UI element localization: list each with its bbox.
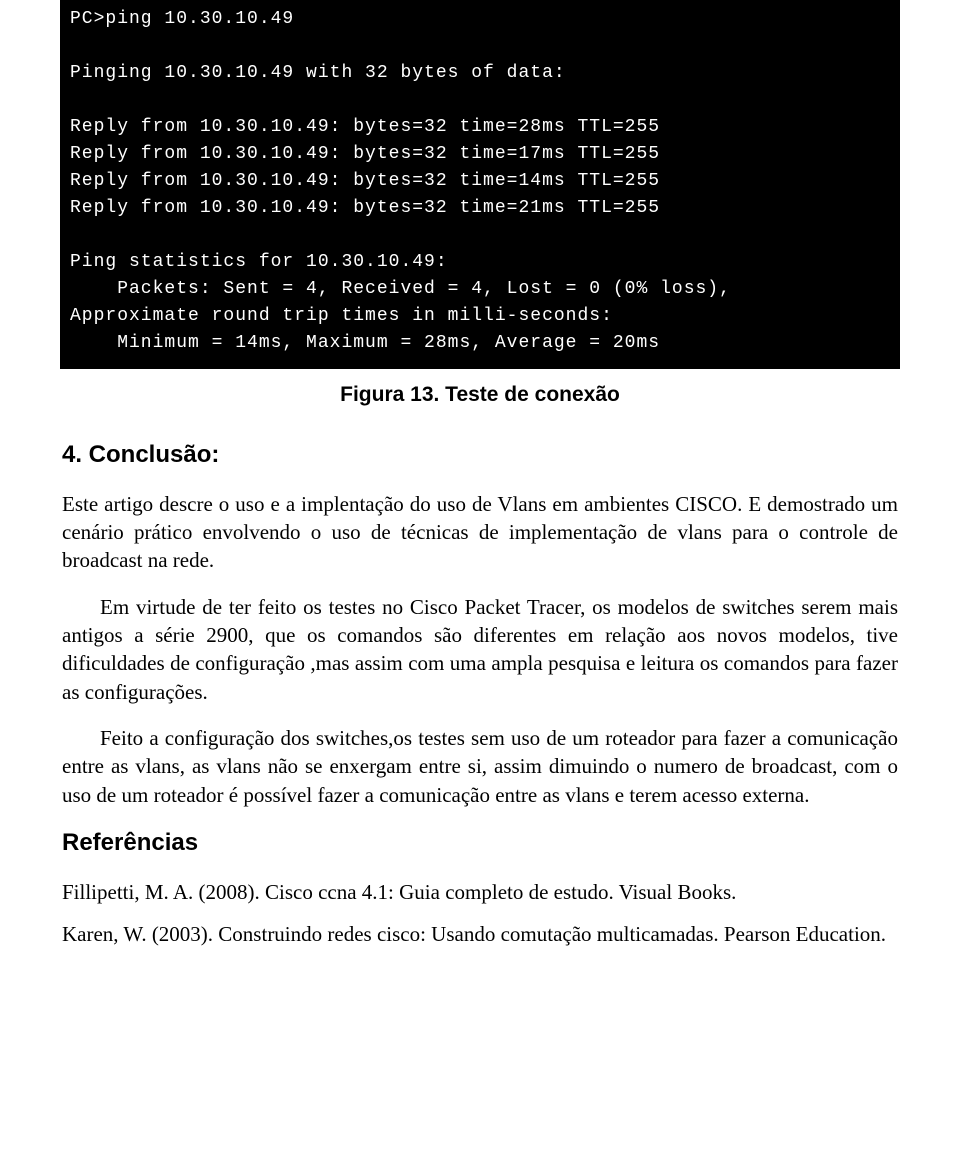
paragraph: Feito a configuração dos switches,os tes… [62,724,898,809]
term-line: Approximate round trip times in milli-se… [70,306,613,326]
terminal-output: PC>ping 10.30.10.49 Pinging 10.30.10.49 … [60,0,900,369]
term-line: Packets: Sent = 4, Received = 4, Lost = … [70,279,731,299]
term-line: Reply from 10.30.10.49: bytes=32 time=28… [70,117,660,137]
reference-entry: Fillipetti, M. A. (2008). Cisco ccna 4.1… [62,878,898,906]
reference-entry: Karen, W. (2003). Construindo redes cisc… [62,920,898,948]
paragraph: Em virtude de ter feito os testes no Cis… [62,593,898,706]
term-line: Reply from 10.30.10.49: bytes=32 time=17… [70,144,660,164]
figure-caption: Figura 13. Teste de conexão [0,381,960,409]
term-line: PC>ping 10.30.10.49 [70,9,294,29]
section-heading-references: Referências [62,827,898,859]
paragraph: Este artigo descre o uso e a implentação… [62,490,898,575]
term-line: Reply from 10.30.10.49: bytes=32 time=14… [70,171,660,191]
term-line: Pinging 10.30.10.49 with 32 bytes of dat… [70,63,566,83]
body-content: 4. Conclusão: Este artigo descre o uso e… [0,439,960,948]
section-heading-conclusion: 4. Conclusão: [62,439,898,471]
term-line: Reply from 10.30.10.49: bytes=32 time=21… [70,198,660,218]
term-line: Minimum = 14ms, Maximum = 28ms, Average … [70,333,660,353]
term-line: Ping statistics for 10.30.10.49: [70,252,448,272]
